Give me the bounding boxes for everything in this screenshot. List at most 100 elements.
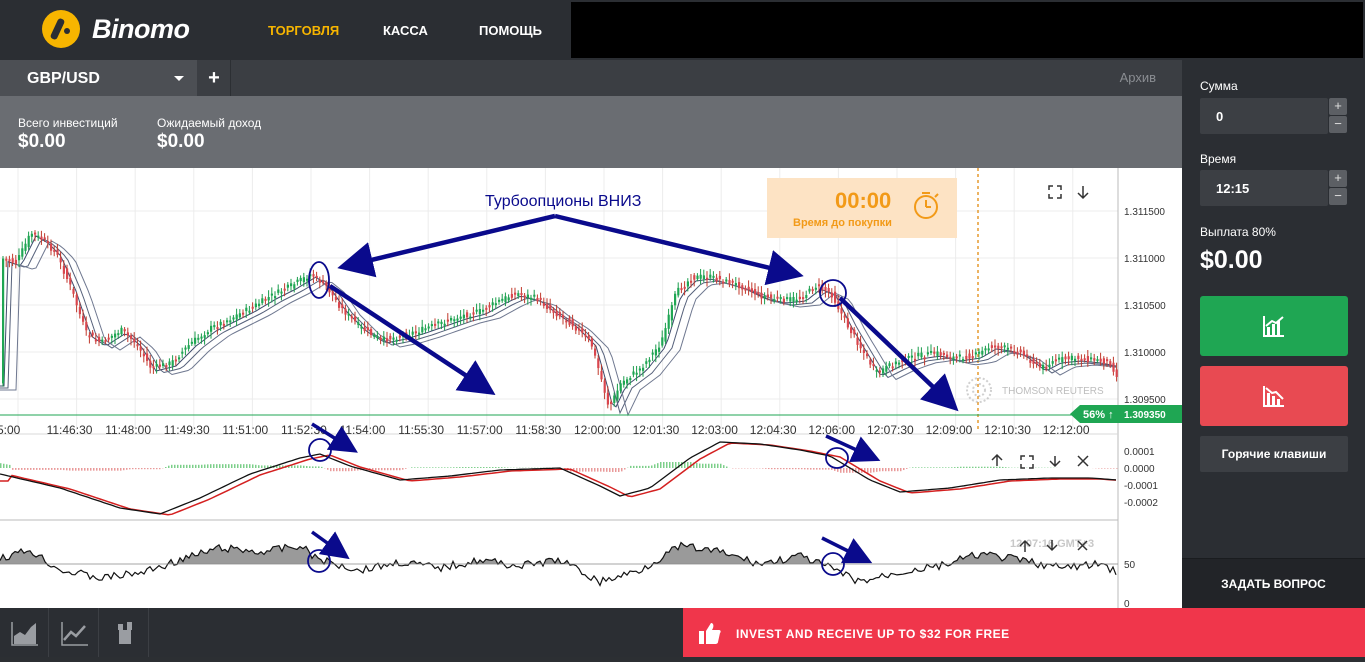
candle-body [623,381,625,385]
candle-body [37,236,39,238]
candle-body [21,248,23,256]
y-tick: 1.310000 [1124,348,1166,359]
candle-body [1074,359,1076,361]
candle-body [431,324,433,326]
candle-body [805,295,807,298]
candle-body [684,287,686,289]
candle-body [517,293,519,296]
svg-text:THOMSON REUTERS: THOMSON REUTERS [1002,386,1104,397]
candle-body [338,302,340,308]
candle-body [300,278,302,281]
candle-body [568,318,570,325]
candle-body [456,319,458,321]
histogram-bar [825,468,827,470]
candle-body [364,328,366,331]
candle-body [111,336,113,338]
candle-body [869,360,871,365]
indicators-button[interactable] [50,608,99,657]
macd-panel-controls[interactable] [992,455,1088,468]
candle-body [1116,369,1118,377]
histogram-bar [69,468,71,471]
histogram-bar [9,465,11,468]
candle-body [1010,347,1012,349]
candle-body [536,298,538,301]
candle-body [18,255,20,260]
candle-body [940,352,942,355]
histogram-bar [930,467,932,468]
histogram-bar [777,468,779,469]
nav-help[interactable]: ПОМОЩЬ [479,23,542,38]
ask-question-button[interactable]: ЗАДАТЬ ВОПРОС [1182,558,1365,608]
moving-average-2 [0,239,1116,413]
thomson-reuters-watermark: THOMSON REUTERS [967,378,1104,402]
histogram-bar [654,464,656,468]
chart-svg[interactable]: 00:00 Время до покупки THOMSON REUTERS [0,168,1182,608]
put-down-button[interactable] [1200,366,1348,426]
download-icon[interactable] [1078,186,1088,198]
binomo-logo[interactable]: Binomo [42,10,190,48]
time-decrease-button[interactable]: − [1329,188,1347,205]
candle-body [543,303,545,306]
candle-body [415,331,417,333]
candle-body [1036,362,1038,364]
amount-increase-button[interactable]: + [1329,98,1347,115]
drawing-tools-button[interactable] [100,608,149,657]
nav-trading[interactable]: ТОРГОВЛЯ [268,23,339,38]
time-input[interactable]: 12:15 [1200,170,1328,206]
candle-body [348,314,350,316]
histogram-bar [885,468,887,471]
amount-input[interactable]: 0 [1200,98,1328,134]
candle-body [818,284,820,286]
archive-link[interactable]: Архив [1120,70,1156,85]
histogram-bar [117,468,119,471]
histogram-bar [435,467,437,468]
x-tick: 12:00:00 [574,423,621,437]
total-investment-value: $0.00 [18,131,118,153]
candle-body [1080,359,1082,361]
histogram-bar [618,468,620,472]
candle-body [610,402,612,404]
histogram-bar [396,468,398,470]
candle-body [581,328,583,333]
candle-body [812,289,814,291]
asset-selector[interactable]: GBP/USD [0,60,197,96]
time-increase-button[interactable]: + [1329,170,1347,187]
candle-body [508,297,510,300]
hotkeys-button[interactable]: Горячие клавиши [1200,436,1348,472]
candle-body [773,299,775,301]
candle-body [776,297,778,299]
histogram-bar [138,468,140,469]
histogram-bar [159,468,161,469]
call-up-button[interactable] [1200,296,1348,356]
histogram-bar [699,464,701,468]
fullscreen-icon[interactable] [1049,186,1061,198]
candle-body [1000,346,1002,348]
add-asset-button[interactable]: + [198,60,231,96]
price-chart[interactable]: 00:00 Время до покупки THOMSON REUTERS [0,168,1182,608]
histogram-bar [924,467,926,468]
total-investment-label: Всего инвестиций [18,116,118,130]
promo-banner[interactable]: INVEST AND RECEIVE UP TO $32 FOR FREE [683,608,1365,657]
histogram-bar [873,468,875,472]
candle-body [95,339,97,341]
histogram-bar [492,467,494,468]
histogram-bar [186,465,188,468]
candle-body [476,310,478,312]
histogram-bar [291,465,293,468]
histogram-bar [441,467,443,468]
candle-body [450,318,452,321]
histogram-bar [660,462,662,468]
histogram-bar [30,468,32,470]
nav-cashier[interactable]: КАССА [383,23,428,38]
candle-body [981,351,983,355]
chart-type-button[interactable] [0,608,49,657]
candle-body [687,281,689,286]
candle-body [770,294,772,297]
amount-decrease-button[interactable]: − [1329,116,1347,133]
x-tick: 12:07:30 [867,423,914,437]
histogram-bar [336,468,338,471]
candle-body [520,293,522,295]
histogram-bar [444,467,446,468]
histogram-bar [351,468,353,471]
move-down-icon [1050,456,1060,466]
